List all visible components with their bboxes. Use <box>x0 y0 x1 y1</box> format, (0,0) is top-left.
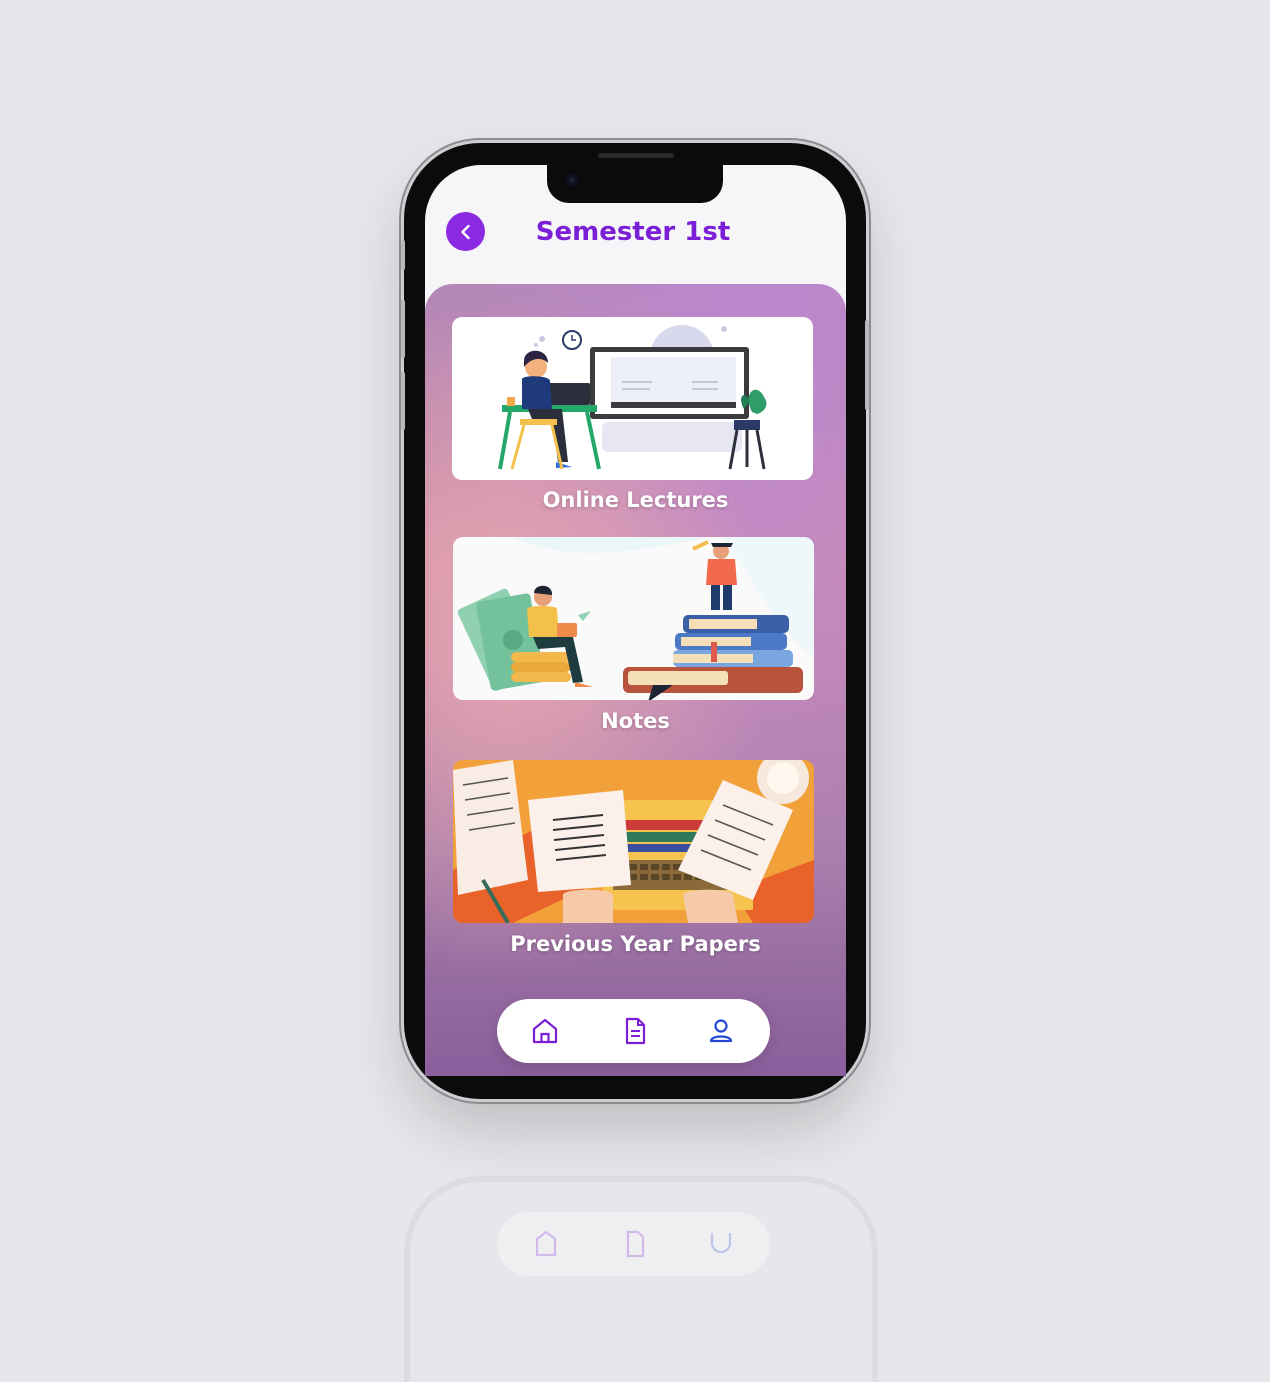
side-button <box>401 240 405 270</box>
document-icon-reflection <box>626 1230 645 1258</box>
notes-card[interactable] <box>453 537 814 700</box>
online-lecture-illustration <box>498 325 767 470</box>
front-camera <box>566 174 578 186</box>
papers-illustration <box>453 760 814 923</box>
document-icon[interactable] <box>620 1016 650 1046</box>
notes-label[interactable]: Notes <box>425 709 846 733</box>
notes-illustration <box>457 537 814 700</box>
phone-reflection <box>404 1176 878 1382</box>
home-icon-reflection <box>535 1230 557 1257</box>
volume-up-button <box>401 300 405 358</box>
home-icon[interactable] <box>530 1016 560 1046</box>
power-button <box>865 320 869 410</box>
profile-icon[interactable] <box>706 1016 736 1046</box>
profile-icon-reflection <box>710 1233 732 1254</box>
online-lectures-card[interactable] <box>452 317 813 480</box>
previous-year-papers-card[interactable] <box>453 760 814 923</box>
back-button[interactable] <box>446 212 485 251</box>
chevron-left-icon <box>460 224 470 239</box>
page-title: Semester 1st <box>535 217 731 247</box>
speaker <box>598 153 674 158</box>
volume-down-button <box>401 372 405 430</box>
previous-year-papers-label[interactable]: Previous Year Papers <box>425 932 846 956</box>
online-lectures-label[interactable]: Online Lectures <box>425 488 846 512</box>
